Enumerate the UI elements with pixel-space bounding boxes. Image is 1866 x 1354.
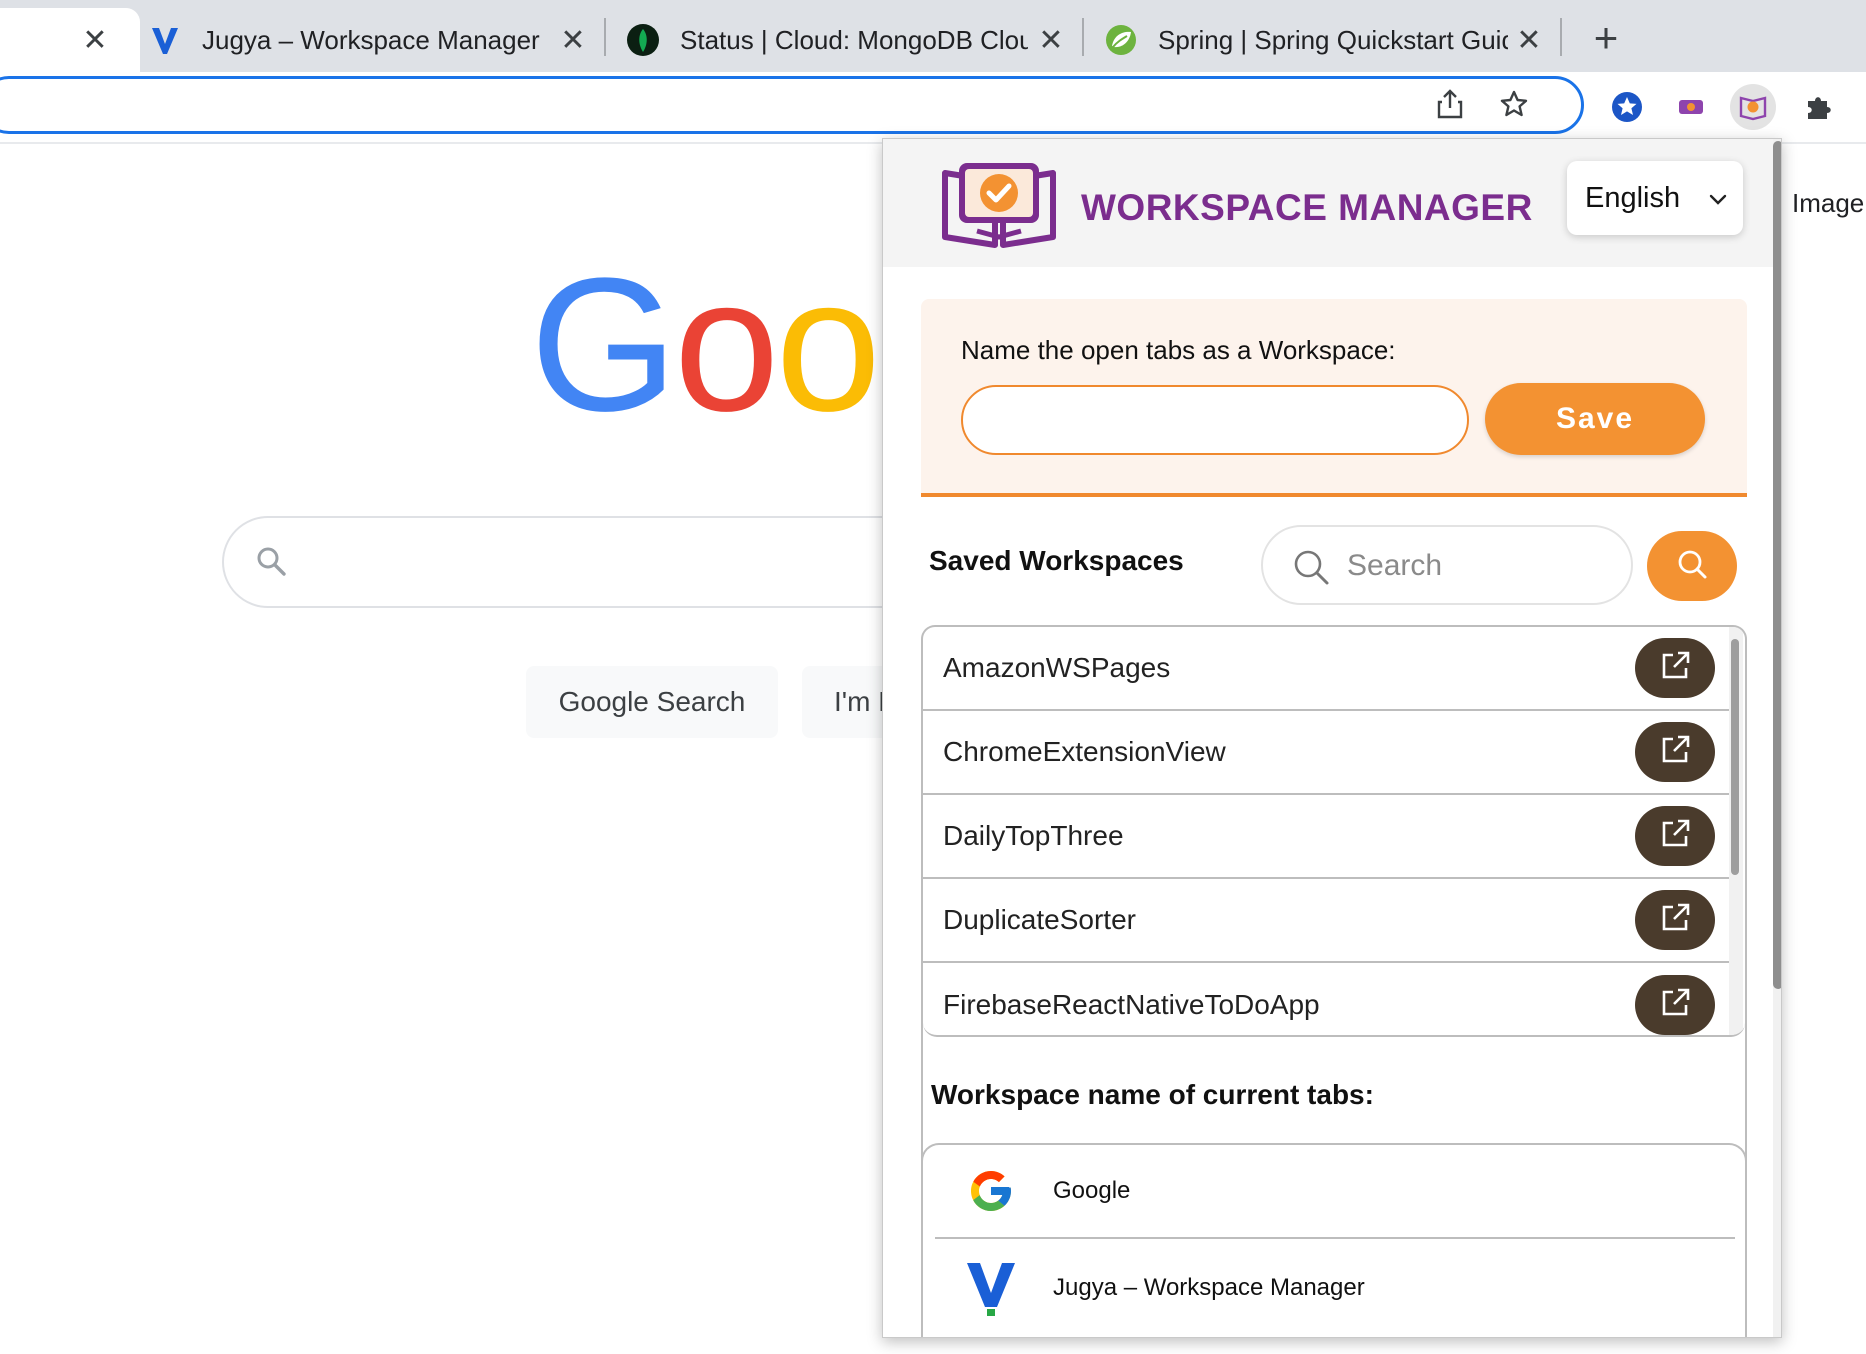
external-link-icon bbox=[1658, 901, 1692, 940]
jugya-v-icon bbox=[148, 23, 182, 57]
tab-strip: ✕ Jugya – Workspace Manager ✕ Status | C… bbox=[0, 0, 1866, 72]
list-scrollbar-thumb[interactable] bbox=[1731, 639, 1739, 875]
save-workspace-panel: Name the open tabs as a Workspace: Save bbox=[921, 299, 1747, 497]
search-placeholder: Search bbox=[1347, 549, 1443, 582]
spring-leaf-icon bbox=[1104, 23, 1138, 57]
mongodb-leaf-icon bbox=[626, 23, 660, 57]
saved-workspaces-heading: Saved Workspaces bbox=[929, 545, 1184, 576]
tab-title: Jugya – Workspace Manager bbox=[202, 24, 540, 55]
workspace-name: DailyTopThree bbox=[943, 820, 1124, 851]
share-icon[interactable] bbox=[1427, 81, 1473, 127]
saved-workspaces-viewport: AmazonWSPages ChromeExtensionView DailyT… bbox=[923, 627, 1745, 1037]
google-g-icon bbox=[963, 1163, 1019, 1219]
list-item: ChromeExtensionView bbox=[923, 711, 1729, 795]
blue-star-extension-icon[interactable] bbox=[1604, 84, 1650, 130]
external-link-icon bbox=[1658, 649, 1692, 688]
brand-title: WORKSPACE MANAGER bbox=[1081, 187, 1533, 228]
open-workspace-button[interactable] bbox=[1635, 890, 1715, 950]
current-tab-title: Google bbox=[1053, 1177, 1131, 1204]
save-button[interactable]: Save bbox=[1485, 383, 1705, 455]
close-icon[interactable]: ✕ bbox=[78, 23, 112, 57]
jugya-v-icon bbox=[963, 1260, 1019, 1316]
address-bar[interactable] bbox=[0, 76, 1584, 134]
list-item: Jugya – Workspace Manager bbox=[935, 1241, 1735, 1335]
logo-letter: G bbox=[530, 239, 678, 451]
list-item: AmazonWSPages bbox=[923, 627, 1729, 711]
tab-google[interactable]: ✕ bbox=[0, 8, 140, 72]
workspace-name: FirebaseReactNativeToDoApp bbox=[943, 989, 1320, 1020]
workspace-name: AmazonWSPages bbox=[943, 652, 1171, 683]
tab-jugya[interactable]: Jugya – Workspace Manager ✕ bbox=[148, 8, 598, 72]
search-icon bbox=[1291, 547, 1331, 592]
new-tab-button[interactable]: + bbox=[1588, 14, 1624, 62]
workspace-search-input[interactable]: Search bbox=[1261, 525, 1633, 605]
current-tabs-heading: Workspace name of current tabs: bbox=[931, 1079, 1374, 1110]
search-icon bbox=[1674, 546, 1710, 587]
tab-title: Spring | Spring Quickstart Guide bbox=[1158, 24, 1508, 55]
current-tab-title: Jugya – Workspace Manager bbox=[1053, 1274, 1365, 1301]
images-link[interactable]: Image bbox=[1792, 188, 1864, 219]
close-icon[interactable]: ✕ bbox=[556, 23, 590, 57]
open-workspace-button[interactable] bbox=[1635, 638, 1715, 698]
workspace-name: DuplicateSorter bbox=[943, 904, 1136, 935]
external-link-icon bbox=[1658, 733, 1692, 772]
tab-title: Status | Cloud: MongoDB Cloud bbox=[680, 24, 1028, 55]
current-tabs-list: Google Jugya – Workspace Manager bbox=[921, 1143, 1747, 1337]
browser-toolbar bbox=[0, 72, 1866, 142]
workspace-manager-popup: WORKSPACE MANAGER English Name the open … bbox=[882, 138, 1782, 1338]
close-icon[interactable]: ✕ bbox=[1512, 23, 1546, 57]
language-select[interactable]: English bbox=[1567, 161, 1743, 235]
tab-separator bbox=[1082, 18, 1084, 56]
popup-header: WORKSPACE MANAGER English bbox=[883, 139, 1781, 267]
chevron-down-icon bbox=[1707, 185, 1729, 207]
google-search-button[interactable]: Google Search bbox=[526, 666, 778, 738]
workspace-book-logo-icon bbox=[937, 159, 1061, 256]
external-link-icon bbox=[1658, 817, 1692, 856]
workspace-manager-extension-icon[interactable] bbox=[1730, 84, 1776, 130]
language-selected-value: English bbox=[1585, 181, 1681, 214]
list-item: FirebaseReactNativeToDoApp bbox=[923, 963, 1729, 1035]
logo-letter: o bbox=[673, 239, 780, 451]
puzzle-icon[interactable] bbox=[1796, 84, 1842, 130]
tab-spring[interactable]: Spring | Spring Quickstart Guide ✕ bbox=[1104, 8, 1556, 72]
open-workspace-button[interactable] bbox=[1635, 722, 1715, 782]
star-icon[interactable] bbox=[1491, 81, 1537, 127]
open-workspace-button[interactable] bbox=[1635, 975, 1715, 1035]
google-search-box[interactable] bbox=[222, 516, 982, 608]
list-item: Google bbox=[935, 1145, 1735, 1239]
workspace-name: ChromeExtensionView bbox=[943, 736, 1226, 767]
popup-scrollbar-thumb[interactable] bbox=[1773, 141, 1781, 989]
workspace-name-input[interactable] bbox=[961, 385, 1469, 455]
tab-separator bbox=[1560, 18, 1562, 56]
search-icon bbox=[254, 544, 288, 583]
logo-letter: o bbox=[775, 239, 881, 451]
search-button[interactable] bbox=[1647, 531, 1737, 601]
tab-mongodb[interactable]: Status | Cloud: MongoDB Cloud ✕ bbox=[626, 8, 1080, 72]
tab-separator bbox=[604, 18, 606, 56]
save-workspace-label: Name the open tabs as a Workspace: bbox=[961, 335, 1396, 365]
list-item: DuplicateSorter bbox=[923, 879, 1729, 963]
open-workspace-button[interactable] bbox=[1635, 806, 1715, 866]
close-icon[interactable]: ✕ bbox=[1034, 23, 1068, 57]
list-item: DailyTopThree bbox=[923, 795, 1729, 879]
ticket-extension-icon[interactable] bbox=[1668, 84, 1714, 130]
external-link-icon bbox=[1658, 986, 1692, 1025]
